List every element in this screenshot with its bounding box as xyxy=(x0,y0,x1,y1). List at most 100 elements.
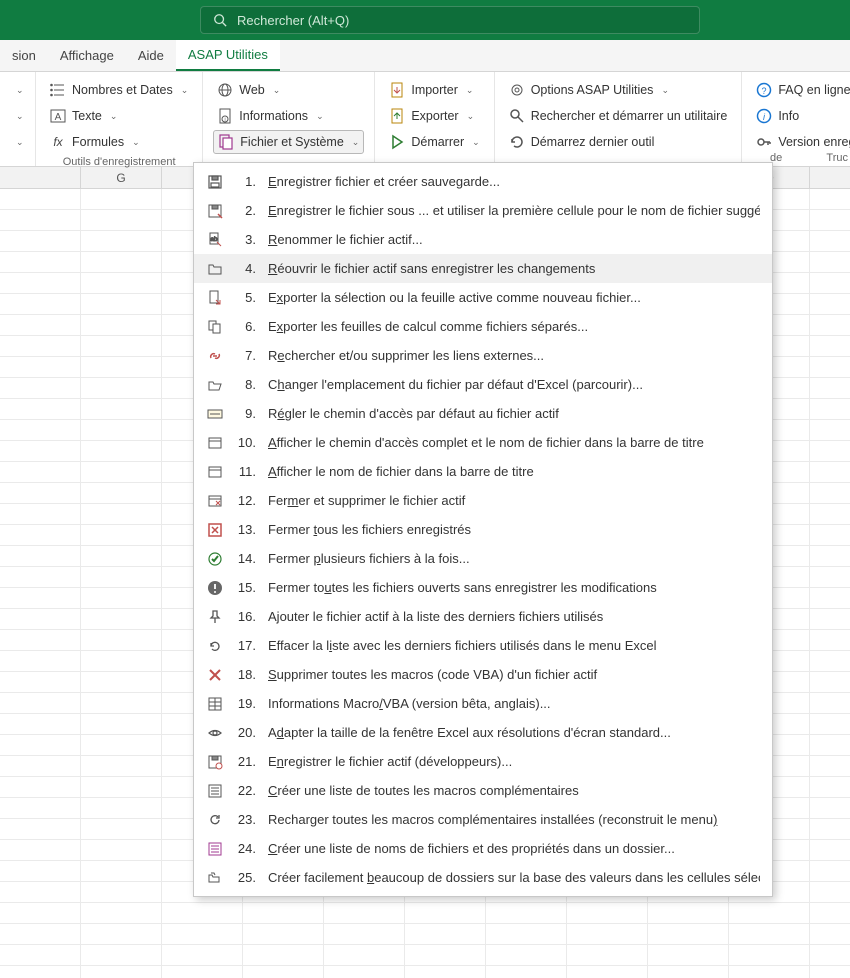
grid-cell[interactable] xyxy=(81,462,162,482)
menu-item-17[interactable]: 17.Effacer la liste avec les derniers fi… xyxy=(194,631,772,660)
grid-cell[interactable] xyxy=(81,714,162,734)
demarrez-dernier-button[interactable]: Démarrez dernier outil xyxy=(505,130,732,154)
ribbon-item-unknown[interactable]: ⌄ xyxy=(10,104,25,128)
grid-cell[interactable] xyxy=(81,231,162,251)
grid-cell[interactable] xyxy=(81,399,162,419)
grid-cell[interactable] xyxy=(0,546,81,566)
grid-cell[interactable] xyxy=(81,483,162,503)
grid-cell[interactable] xyxy=(486,945,567,965)
grid-cell[interactable] xyxy=(810,588,850,608)
menu-item-23[interactable]: 23.Recharger toutes les macros complémen… xyxy=(194,805,772,834)
grid-cell[interactable] xyxy=(81,882,162,902)
grid-cell[interactable] xyxy=(486,966,567,978)
grid-cell[interactable] xyxy=(324,903,405,923)
menu-item-9[interactable]: 9.Régler le chemin d'accès par défaut au… xyxy=(194,399,772,428)
menu-item-21[interactable]: 21.Enregistrer le fichier actif (dévelop… xyxy=(194,747,772,776)
menu-item-5[interactable]: 5.Exporter la sélection ou la feuille ac… xyxy=(194,283,772,312)
grid-cell[interactable] xyxy=(405,945,486,965)
grid-cell[interactable] xyxy=(810,294,850,314)
grid-cell[interactable] xyxy=(0,756,81,776)
grid-cell[interactable] xyxy=(810,504,850,524)
search-box[interactable]: Rechercher (Alt+Q) xyxy=(200,6,700,34)
grid-cell[interactable] xyxy=(0,777,81,797)
grid-cell[interactable] xyxy=(648,924,729,944)
grid-cell[interactable] xyxy=(81,210,162,230)
grid-cell[interactable] xyxy=(0,252,81,272)
grid-cell[interactable] xyxy=(0,924,81,944)
grid-cell[interactable] xyxy=(729,903,810,923)
grid-cell[interactable] xyxy=(405,966,486,978)
grid-cell[interactable] xyxy=(0,609,81,629)
grid-cell[interactable] xyxy=(81,357,162,377)
grid-cell[interactable] xyxy=(0,735,81,755)
grid-cell[interactable] xyxy=(0,525,81,545)
grid-cell[interactable] xyxy=(0,336,81,356)
menu-item-19[interactable]: 19.Informations Macro/VBA (version bêta,… xyxy=(194,689,772,718)
grid-cell[interactable] xyxy=(810,546,850,566)
grid-cell[interactable] xyxy=(0,210,81,230)
grid-cell[interactable] xyxy=(243,924,324,944)
grid-cell[interactable] xyxy=(0,378,81,398)
grid-cell[interactable] xyxy=(0,483,81,503)
grid-cell[interactable] xyxy=(0,966,81,978)
grid-cell[interactable] xyxy=(810,420,850,440)
grid-cell[interactable] xyxy=(0,714,81,734)
grid-cell[interactable] xyxy=(324,945,405,965)
grid-cell[interactable] xyxy=(810,609,850,629)
grid-cell[interactable] xyxy=(81,504,162,524)
grid-cell[interactable] xyxy=(81,945,162,965)
grid-cell[interactable] xyxy=(567,945,648,965)
grid-cell[interactable] xyxy=(0,231,81,251)
grid-cell[interactable] xyxy=(810,231,850,251)
grid-cell[interactable] xyxy=(810,336,850,356)
grid-cell[interactable] xyxy=(810,357,850,377)
grid-cell[interactable] xyxy=(81,819,162,839)
grid-cell[interactable] xyxy=(810,567,850,587)
grid-cell[interactable] xyxy=(810,252,850,272)
grid-cell[interactable] xyxy=(810,903,850,923)
grid-cell[interactable] xyxy=(243,966,324,978)
menu-item-6[interactable]: 6.Exporter les feuilles de calcul comme … xyxy=(194,312,772,341)
grid-cell[interactable] xyxy=(243,903,324,923)
column-header-G[interactable]: G xyxy=(81,167,162,188)
grid-cell[interactable] xyxy=(81,651,162,671)
grid-cell[interactable] xyxy=(729,924,810,944)
grid-cell[interactable] xyxy=(486,924,567,944)
grid-cell[interactable] xyxy=(810,462,850,482)
grid-cell[interactable] xyxy=(810,630,850,650)
menu-item-18[interactable]: 18.Supprimer toutes les macros (code VBA… xyxy=(194,660,772,689)
grid-cell[interactable] xyxy=(810,756,850,776)
grid-cell[interactable] xyxy=(810,693,850,713)
faq-button[interactable]: ? FAQ en ligne xyxy=(752,78,850,102)
grid-cell[interactable] xyxy=(810,861,850,881)
grid-cell[interactable] xyxy=(81,441,162,461)
grid-cell[interactable] xyxy=(810,315,850,335)
grid-cell[interactable] xyxy=(81,777,162,797)
menu-item-11[interactable]: 11.Afficher le nom de fichier dans la ba… xyxy=(194,457,772,486)
grid-cell[interactable] xyxy=(810,441,850,461)
fichier-systeme-button[interactable]: Fichier et Système⌄ xyxy=(213,130,364,154)
grid-cell[interactable] xyxy=(0,840,81,860)
grid-cell[interactable] xyxy=(810,210,850,230)
grid-cell[interactable] xyxy=(81,336,162,356)
grid-cell[interactable] xyxy=(648,966,729,978)
menu-item-22[interactable]: 22.Créer une liste de toutes les macros … xyxy=(194,776,772,805)
grid-cell[interactable] xyxy=(0,420,81,440)
grid-cell[interactable] xyxy=(0,273,81,293)
tab-affichage[interactable]: Affichage xyxy=(48,40,126,71)
grid-cell[interactable] xyxy=(0,672,81,692)
texte-button[interactable]: A Texte⌄ xyxy=(46,104,192,128)
grid-cell[interactable] xyxy=(810,966,850,978)
grid-cell[interactable] xyxy=(162,945,243,965)
grid-cell[interactable] xyxy=(81,966,162,978)
tab-sion[interactable]: sion xyxy=(0,40,48,71)
grid-cell[interactable] xyxy=(810,672,850,692)
grid-cell[interactable] xyxy=(81,567,162,587)
grid-cell[interactable] xyxy=(0,651,81,671)
grid-cell[interactable] xyxy=(81,672,162,692)
grid-cell[interactable] xyxy=(324,966,405,978)
info-button[interactable]: i Info xyxy=(752,104,850,128)
grid-cell[interactable] xyxy=(81,798,162,818)
options-button[interactable]: Options ASAP Utilities⌄ xyxy=(505,78,732,102)
menu-item-7[interactable]: 7.Rechercher et/ou supprimer les liens e… xyxy=(194,341,772,370)
